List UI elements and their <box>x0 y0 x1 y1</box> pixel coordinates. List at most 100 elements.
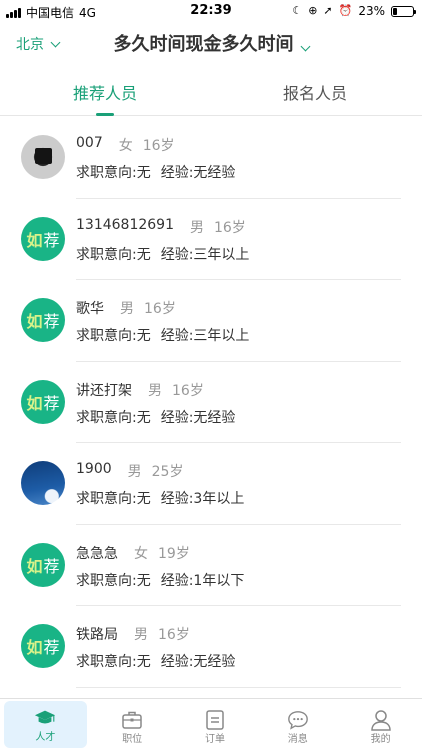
job-intent: 求职意向:无 <box>76 328 151 344</box>
candidate-header: 急急急 女 19岁 <box>76 543 190 563</box>
order-list-icon <box>204 709 226 731</box>
experience: 经验:1年以下 <box>160 572 245 589</box>
candidate-age: 16岁 <box>213 219 246 236</box>
recommend-avatar-icon: 如荐 <box>21 624 65 668</box>
recommend-avatar-icon: 如荐 <box>21 298 65 342</box>
battery-percent: 23% <box>358 4 385 18</box>
candidate-header: 1900 男 25岁 <box>76 461 183 481</box>
candidate-info: 求职意向:无 经验:无经验 <box>76 162 235 182</box>
experience: 经验:无经验 <box>160 654 236 670</box>
candidate-name: 13146812691 <box>76 216 174 233</box>
badge-glyph: 如 <box>26 556 43 576</box>
candidate-header: 007 女 16岁 <box>76 135 175 155</box>
candidate-info: 求职意向:无 经验:无经验 <box>76 651 235 671</box>
candidate-header: 铁路局 男 16岁 <box>76 624 190 644</box>
nav-label: 我的 <box>370 734 391 745</box>
candidate-info: 求职意向:无 经验:三年以上 <box>76 325 249 345</box>
candidate-header: 13146812691 男 16岁 <box>76 217 246 237</box>
candidate-gender: 男 <box>189 219 204 236</box>
candidate-info: 求职意向:无 经验:1年以下 <box>76 570 244 590</box>
candidate-header: 讲还打架 男 16岁 <box>76 380 204 400</box>
nav-profile[interactable]: 我的 <box>339 699 422 750</box>
candidate-row[interactable]: 如荐 铁路局 男 16岁 求职意向:无 经验:无经验 <box>0 606 422 688</box>
avatar <box>21 461 65 505</box>
graduation-cap-icon <box>34 707 56 729</box>
job-intent: 求职意向:无 <box>76 654 151 670</box>
candidate-info: 求职意向:无 经验:3年以上 <box>76 488 244 508</box>
experience: 经验:无经验 <box>160 165 236 181</box>
chevron-down-icon <box>300 41 310 52</box>
tab-recommended[interactable]: 推荐人员 <box>73 80 137 104</box>
candidate-name: 歌华 <box>76 301 104 317</box>
candidate-name: 铁路局 <box>76 627 118 643</box>
candidate-age: 16岁 <box>158 627 190 643</box>
recommend-avatar-icon: 如荐 <box>21 379 65 424</box>
nav-label: 人才 <box>35 732 56 743</box>
rotation-lock-icon: ⊕ <box>308 4 318 17</box>
badge-text: 荐 <box>43 638 60 657</box>
job-intent: 求职意向:无 <box>76 491 151 507</box>
candidate-gender: 男 <box>148 382 162 399</box>
recommend-avatar-icon: 如荐 <box>21 216 65 261</box>
tab-applied[interactable]: 报名人员 <box>283 80 347 104</box>
candidate-gender: 女 <box>134 545 148 562</box>
page-title: 多久时间现金多久时间 <box>113 34 294 55</box>
experience: 经验:三年以上 <box>160 328 250 344</box>
candidate-gender: 男 <box>120 301 134 317</box>
header: 北京 多久时间现金多久时间 <box>0 24 422 64</box>
nav-label: 消息 <box>287 734 308 745</box>
nav-messages[interactable]: 消息 <box>256 699 339 750</box>
candidate-age: 16岁 <box>172 382 204 399</box>
candidate-info: 求职意向:无 经验:三年以上 <box>76 244 249 264</box>
badge-glyph: 如 <box>26 638 43 657</box>
nav-orders[interactable]: 订单 <box>174 699 257 750</box>
candidate-row[interactable]: 如荐 急急急 女 19岁 求职意向:无 经验:1年以下 <box>0 525 422 606</box>
candidate-row[interactable]: 如荐 讲还打架 男 16岁 求职意向:无 经验:无经验 <box>0 362 422 443</box>
candidate-gender: 男 <box>127 464 142 480</box>
candidate-row[interactable]: 1900 男 25岁 求职意向:无 经验:3年以上 <box>0 443 422 525</box>
candidate-name: 急急急 <box>76 545 118 562</box>
briefcase-icon <box>121 709 143 731</box>
candidate-row[interactable]: 007 女 16岁 求职意向:无 经验:无经验 <box>0 117 422 199</box>
badge-glyph: 如 <box>26 230 43 250</box>
tab-bar: 推荐人员 报名人员 <box>0 70 422 116</box>
badge-text: 荐 <box>43 556 60 576</box>
candidate-list: 007 女 16岁 求职意向:无 经验:无经验 如荐 13146812691 男… <box>0 117 422 688</box>
alarm-icon: ⏰ <box>338 4 353 17</box>
nav-label: 订单 <box>204 734 225 745</box>
candidate-row[interactable]: 如荐 歌华 男 16岁 求职意向:无 经验:三年以上 <box>0 280 422 362</box>
company-title-selector[interactable]: 多久时间现金多久时间 <box>0 30 422 56</box>
badge-glyph: 如 <box>26 393 43 413</box>
candidate-header: 歌华 男 16岁 <box>76 298 176 318</box>
active-tab-indicator <box>96 113 114 116</box>
badge-text: 荐 <box>43 230 60 250</box>
badge-glyph: 如 <box>26 312 43 331</box>
experience: 经验:三年以上 <box>160 246 250 263</box>
avatar <box>21 135 65 179</box>
location-icon: ➚ <box>323 4 333 17</box>
bottom-nav: 人才 职位 订单 消息 我的 <box>0 698 422 750</box>
candidate-name: 1900 <box>76 461 112 477</box>
candidate-info: 求职意向:无 经验:无经验 <box>76 407 235 427</box>
battery-icon <box>391 5 416 17</box>
nav-label: 职位 <box>122 734 143 745</box>
nav-jobs[interactable]: 职位 <box>91 699 174 750</box>
candidate-gender: 女 <box>118 138 133 154</box>
candidate-name: 讲还打架 <box>76 382 132 399</box>
moon-icon: ☾ <box>292 4 303 17</box>
experience: 经验:3年以上 <box>160 491 245 507</box>
candidate-row[interactable]: 如荐 13146812691 男 16岁 求职意向:无 经验:三年以上 <box>0 199 422 280</box>
job-intent: 求职意向:无 <box>76 409 151 426</box>
experience: 经验:无经验 <box>160 409 236 426</box>
candidate-gender: 男 <box>134 627 148 643</box>
badge-text: 荐 <box>43 393 60 413</box>
job-intent: 求职意向:无 <box>76 572 151 589</box>
candidate-age: 19岁 <box>158 545 190 562</box>
candidate-name: 007 <box>76 135 103 151</box>
recommend-avatar-icon: 如荐 <box>21 542 65 587</box>
candidate-age: 25岁 <box>151 464 184 480</box>
status-bar: 中国电信 4G 22:39 ☾ ⊕ ➚ ⏰ 23% <box>0 0 422 22</box>
job-intent: 求职意向:无 <box>76 246 151 263</box>
nav-talent[interactable]: 人才 <box>4 701 87 748</box>
row-divider <box>76 686 401 688</box>
